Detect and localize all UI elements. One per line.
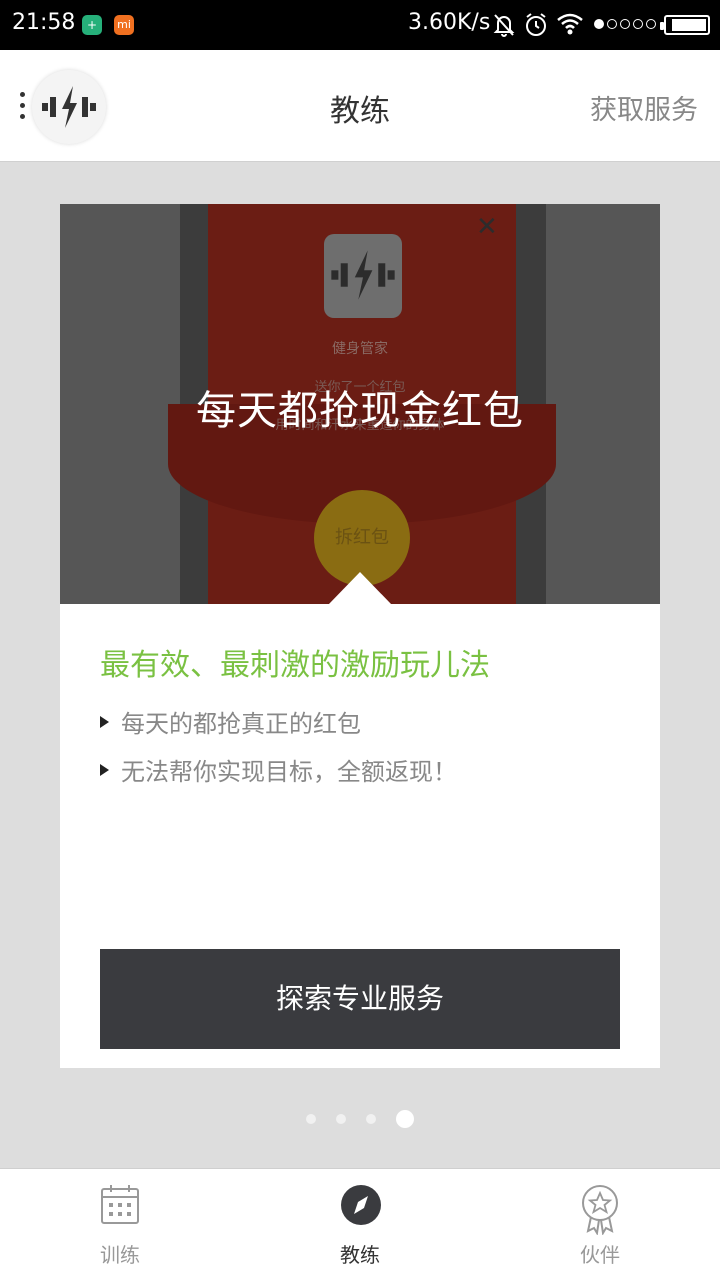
hero-title: 每天都抢现金红包 (196, 388, 524, 434)
feature-card[interactable]: ✕ 健身管家 送你了一个红包 用时间和汗水来重造你的身体 拆红包 每天都抢现金红… (60, 204, 660, 1068)
bullet-text: 无法帮你实现目标，全额返现！ (121, 758, 457, 786)
explore-service-button[interactable]: 探索专业服务 (100, 949, 620, 1049)
pointer-arrow (328, 572, 392, 604)
bell-off-icon (492, 12, 516, 42)
tab-label: 训练 (100, 1243, 140, 1267)
get-service-link[interactable]: 获取服务 (590, 88, 698, 127)
calendar-icon (101, 1185, 139, 1224)
page-dot[interactable] (366, 1114, 376, 1124)
feature-headline: 最有效、最刺激的激励玩儿法 (100, 648, 490, 683)
more-vertical-icon[interactable] (18, 92, 26, 122)
badge-star-icon (582, 1185, 618, 1235)
signal-strength (594, 19, 656, 29)
status-time: 21:58 (12, 10, 76, 35)
app-logo-icon (324, 234, 402, 318)
page-dot[interactable] (336, 1114, 346, 1124)
shield-plus-icon: + (82, 15, 102, 35)
tab-partner[interactable]: 伙伴 (480, 1169, 720, 1280)
battery-icon (660, 15, 710, 35)
page-dot-active[interactable] (396, 1110, 414, 1128)
app-header: 教练 获取服务 (0, 50, 720, 162)
dumbbell-lightning-icon (42, 86, 96, 128)
compass-icon (341, 1185, 381, 1225)
red-packet-app-name: 健身管家 (332, 341, 388, 357)
tab-train[interactable]: 训练 (0, 1169, 240, 1280)
page-dot[interactable] (306, 1114, 316, 1124)
mi-app-icon: mi (114, 15, 134, 35)
app-logo[interactable] (32, 70, 106, 144)
tab-label: 伙伴 (580, 1243, 620, 1267)
network-speed: 3.60K/s (408, 10, 491, 35)
triangle-bullet-icon (100, 715, 109, 728)
status-bar: 21:58 + mi 3.60K/s (0, 0, 720, 50)
hero-banner: ✕ 健身管家 送你了一个红包 用时间和汗水来重造你的身体 拆红包 每天都抢现金红… (60, 204, 660, 604)
feature-bullet: 无法帮你实现目标，全额返现！ (100, 752, 457, 787)
bottom-navigation: 训练 教练 伙伴 (0, 1168, 720, 1280)
alarm-icon (524, 12, 548, 42)
wifi-icon (556, 12, 584, 40)
page-indicator (0, 1110, 720, 1128)
feature-bullet: 每天的都抢真正的红包 (100, 704, 361, 739)
bullet-text: 每天的都抢真正的红包 (121, 710, 361, 738)
tab-coach[interactable]: 教练 (240, 1169, 480, 1280)
triangle-bullet-icon (100, 763, 109, 776)
close-icon: ✕ (476, 212, 498, 242)
tab-label: 教练 (340, 1243, 380, 1267)
